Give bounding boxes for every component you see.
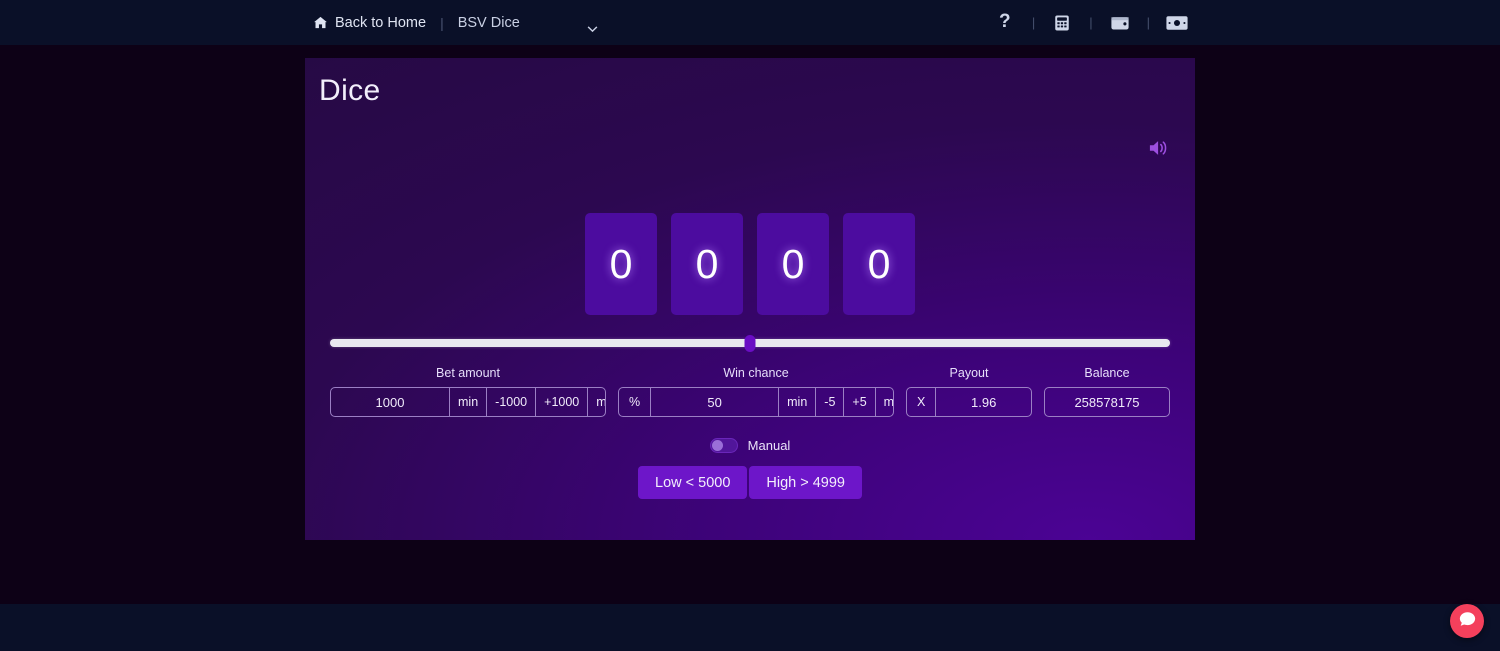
bet-controls-row: Bet amount 1000 min -1000 +1000 max Win … [330, 366, 1170, 417]
chevron-down-icon [587, 19, 598, 32]
die-tile: 0 [757, 213, 829, 315]
multiplier-prefix: X [917, 395, 926, 409]
payout-field-box: X 1.96 [906, 387, 1032, 417]
calculator-icon[interactable] [1049, 10, 1075, 36]
wallet-icon[interactable] [1107, 10, 1133, 36]
dice-game-card: Dice 0 0 0 0 Bet amount 1000 min -1000 +… [305, 58, 1195, 540]
manual-mode-row: Manual [305, 438, 1195, 453]
manual-mode-toggle[interactable] [709, 438, 738, 453]
win-chance-label: Win chance [723, 366, 789, 380]
footer-bar [0, 604, 1500, 651]
win-chance-group: Win chance % 50 min -5 +5 max [618, 366, 894, 417]
bet-amount-field-box: 1000 min -1000 +1000 max [330, 387, 606, 417]
payout-label: Payout [949, 366, 989, 380]
win-chance-decrement-button[interactable]: -5 [815, 388, 843, 416]
win-chance-field-box: % 50 min -5 +5 max [618, 387, 894, 417]
bet-amount-max-button[interactable]: max [587, 388, 605, 416]
bet-high-button[interactable]: High > 4999 [749, 466, 862, 499]
die-tile: 0 [585, 213, 657, 315]
navbar-icon-separator: | [1031, 15, 1036, 30]
die-tile: 0 [671, 213, 743, 315]
toggle-knob [711, 440, 723, 451]
balance-field-box: 258578175 [1044, 387, 1170, 417]
balance-label: Balance [1084, 366, 1130, 380]
chat-bubble-icon [1459, 611, 1476, 632]
balance-group: Balance 258578175 [1044, 366, 1170, 417]
question-mark-icon[interactable]: ? [992, 10, 1018, 36]
win-chance-slider[interactable] [330, 335, 1170, 352]
top-navbar: Back to Home | BSV Dice ? | | | [0, 0, 1500, 45]
win-chance-min-button[interactable]: min [778, 388, 815, 416]
payout-value[interactable]: 1.96 [935, 388, 1031, 416]
navbar-icon-separator: | [1089, 15, 1093, 30]
percent-prefix: % [629, 395, 641, 409]
navbar-icon-separator: | [1146, 15, 1150, 30]
bet-amount-input[interactable]: 1000 [331, 388, 449, 416]
game-select-value: BSV Dice [457, 14, 520, 31]
dice-display: 0 0 0 0 [305, 213, 1195, 315]
bet-amount-label: Bet amount [436, 366, 500, 380]
balance-value: 258578175 [1074, 394, 1140, 410]
win-chance-input[interactable]: 50 [650, 388, 778, 416]
navbar-separator: | [440, 14, 444, 31]
page-title: Dice [319, 74, 381, 107]
game-select-dropdown[interactable]: BSV Dice [458, 10, 608, 36]
banknote-icon[interactable] [1164, 10, 1190, 36]
bet-amount-min-button[interactable]: min [449, 388, 486, 416]
navbar-left-group: Back to Home | BSV Dice [313, 0, 608, 45]
manual-mode-label: Manual [747, 438, 791, 453]
slider-thumb[interactable] [744, 335, 756, 352]
bet-amount-group: Bet amount 1000 min -1000 +1000 max [330, 366, 606, 417]
chat-bubble-button[interactable] [1450, 604, 1484, 638]
bet-action-buttons: Low < 5000 High > 4999 [305, 466, 1195, 499]
die-tile: 0 [843, 213, 915, 315]
speaker-volume-icon[interactable] [1148, 138, 1170, 158]
back-to-home-link[interactable]: Back to Home [313, 15, 426, 31]
payout-group: Payout X 1.96 [906, 366, 1032, 417]
bet-amount-increment-button[interactable]: +1000 [535, 388, 587, 416]
win-chance-max-button[interactable]: max [874, 388, 893, 416]
back-to-home-label: Back to Home [335, 14, 427, 31]
bet-amount-decrement-button[interactable]: -1000 [486, 388, 535, 416]
home-icon [313, 15, 328, 30]
navbar-right-group: ? | | | [992, 0, 1190, 45]
bet-low-button[interactable]: Low < 5000 [638, 466, 748, 499]
win-chance-increment-button[interactable]: +5 [843, 388, 874, 416]
